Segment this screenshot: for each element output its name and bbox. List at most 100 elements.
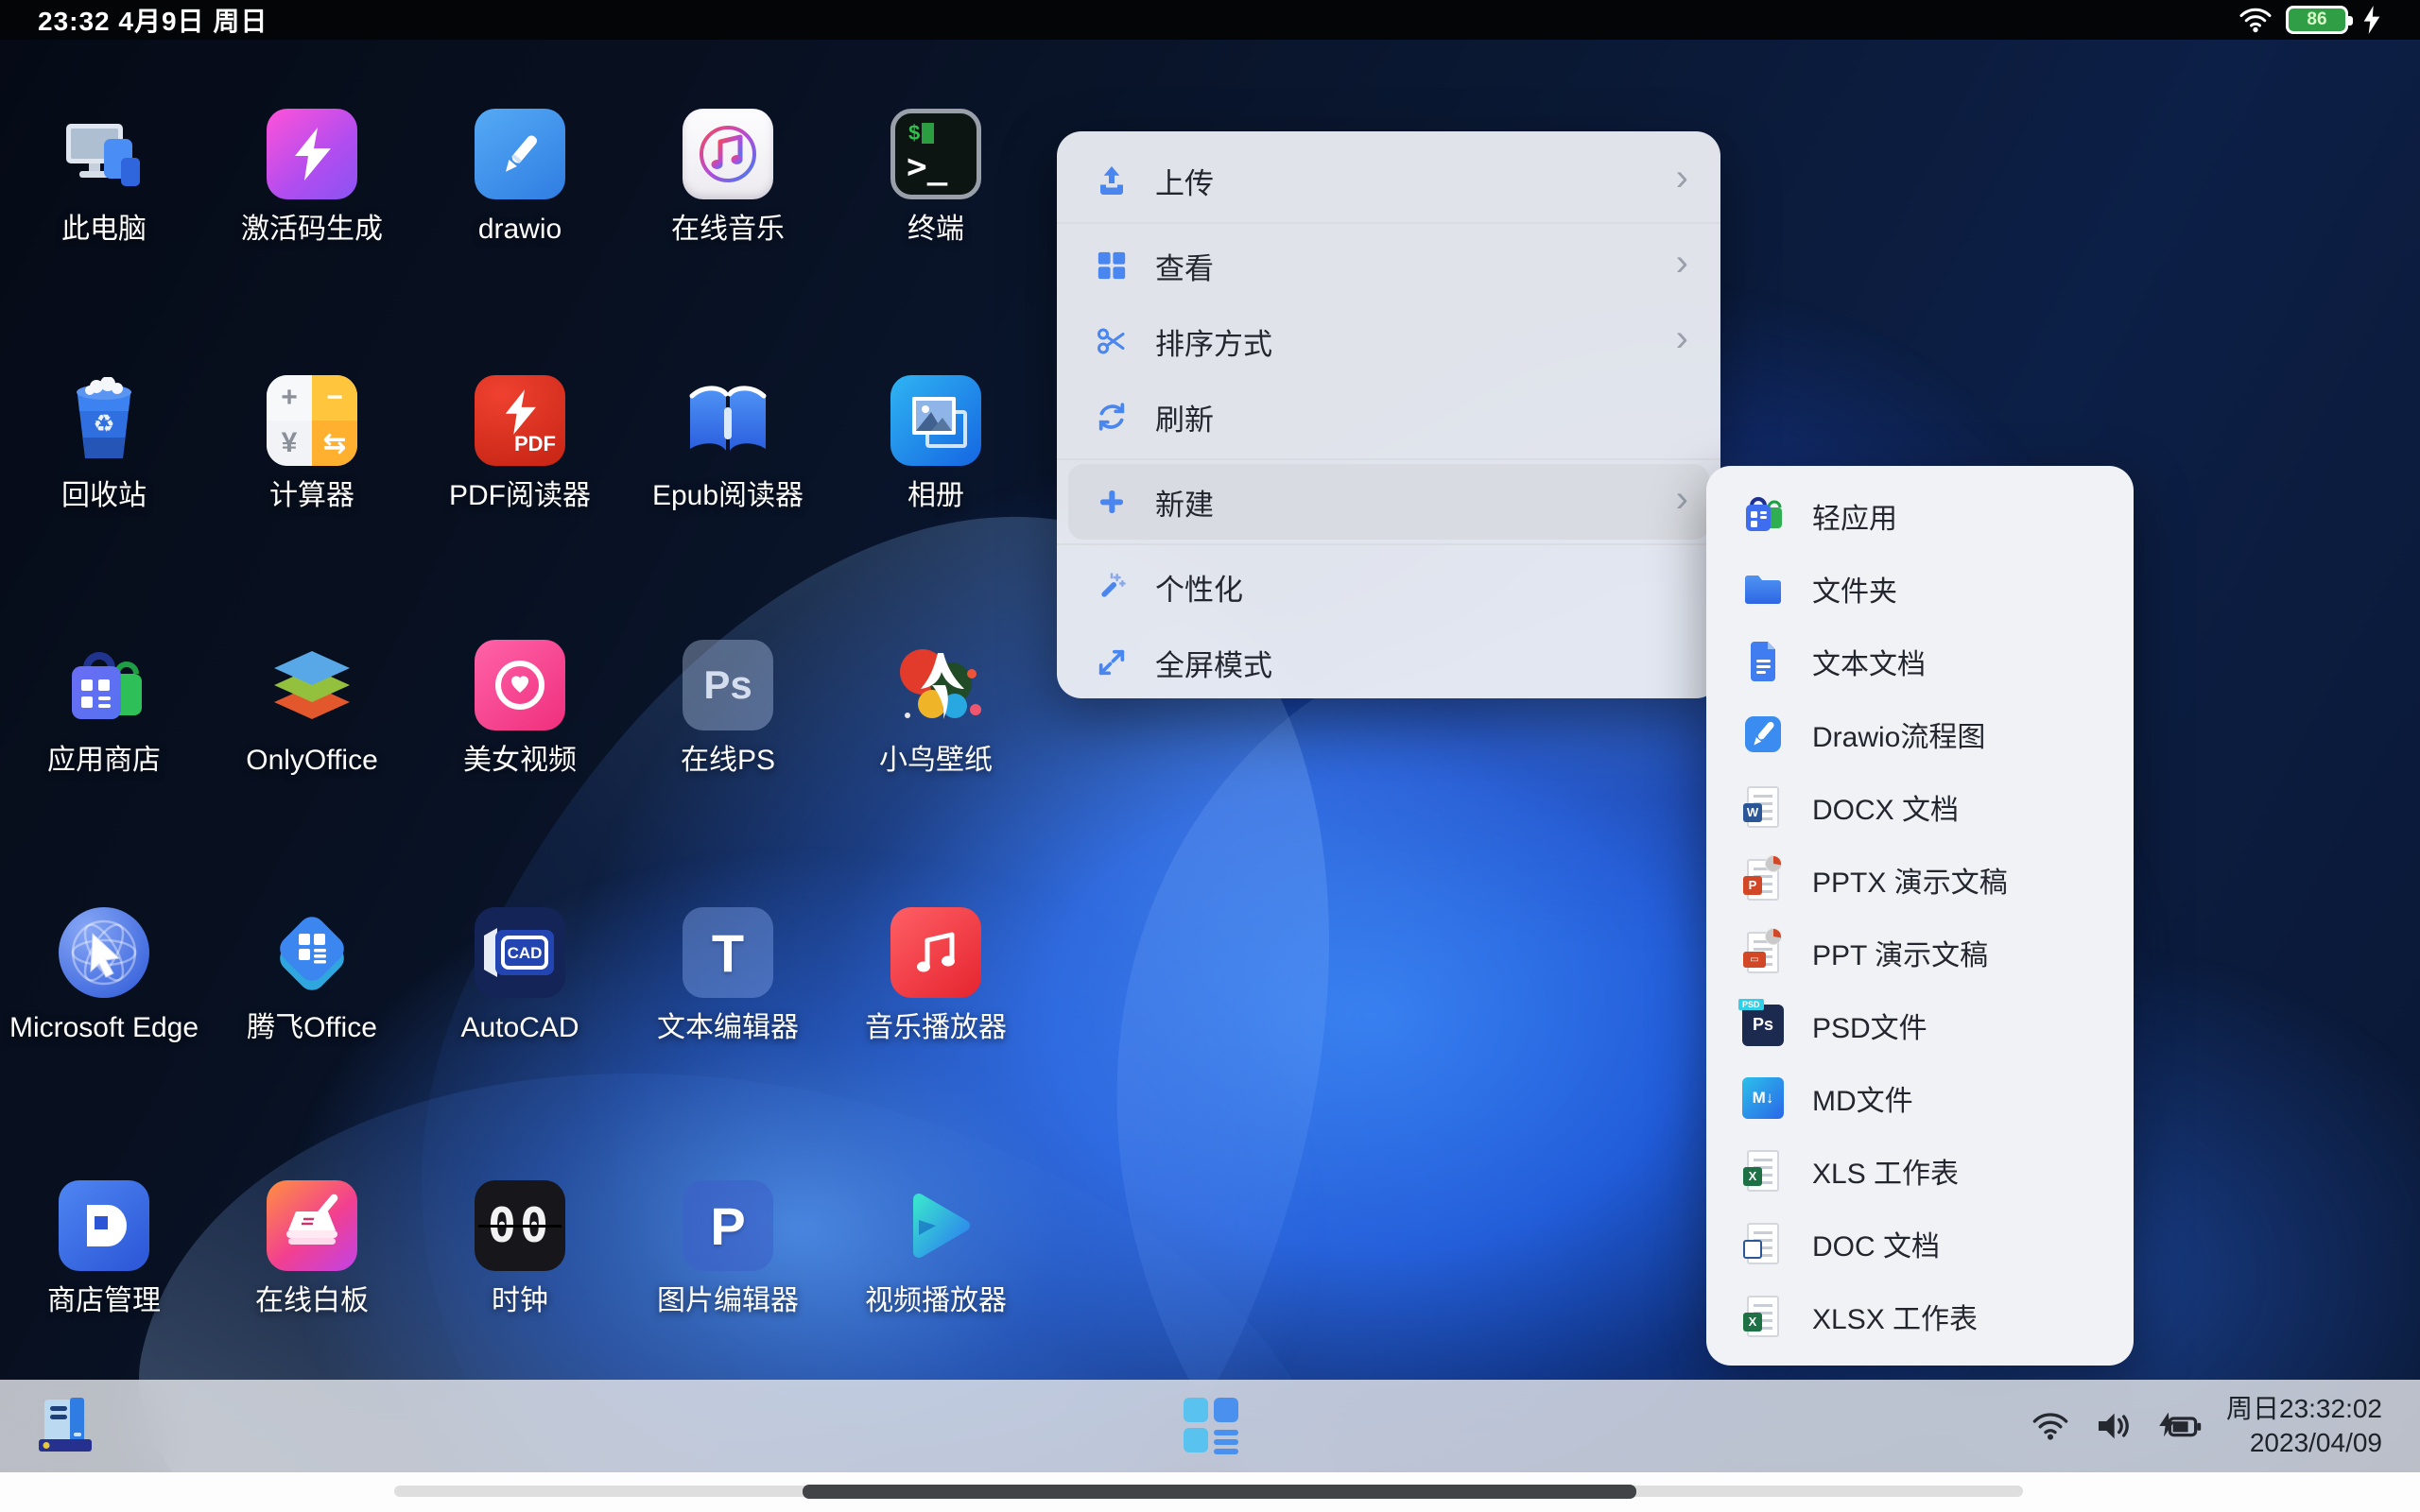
menu-item-fullscreen[interactable]: 全屏模式 (1057, 625, 1720, 700)
menu-item-refresh[interactable]: 刷新 (1057, 379, 1720, 455)
status-time: 23:32 4月9日 周日 (38, 1, 268, 39)
submenu-item-light-app[interactable]: 轻应用 (1706, 479, 2134, 552)
app-label: 文本编辑器 (657, 1011, 799, 1045)
desktop-app-this-pc[interactable]: 此电脑 (0, 109, 208, 247)
desktop-app-terminal[interactable]: $ >_ 终端 (832, 109, 1040, 247)
menu-item-view[interactable]: 查看 › (1057, 228, 1720, 303)
submenu-item-drawio[interactable]: Drawio流程图 (1706, 697, 2134, 770)
battery-level: 86 (2307, 9, 2326, 30)
music-note-icon (890, 907, 981, 998)
app-label: 在线白板 (255, 1284, 369, 1318)
desktop-app-image-editor[interactable]: P 图片编辑器 (624, 1180, 832, 1318)
submenu-item-folder[interactable]: 文件夹 (1706, 552, 2134, 625)
submenu-item-md[interactable]: M↓ MD文件 (1706, 1061, 2134, 1134)
drawio-file-icon (1738, 712, 1788, 757)
desktop-app-text-editor[interactable]: T 文本编辑器 (624, 907, 832, 1045)
folder-icon (1738, 566, 1788, 611)
app-label: 在线PS (681, 744, 775, 778)
terminal-icon: $ >_ (890, 109, 981, 199)
desktop-app-beauty-video[interactable]: 美女视频 (416, 640, 624, 778)
desktop-app-pdf-reader[interactable]: PDF PDF阅读器 (416, 375, 624, 513)
desktop-app-drawio[interactable]: drawio (416, 109, 624, 247)
desktop-app-recycle-bin[interactable]: ♻ 回收站 (0, 375, 208, 513)
desktop-app-onlyoffice[interactable]: OnlyOffice (208, 640, 416, 778)
stacked-layers-icon (267, 640, 357, 730)
desktop-app-edge[interactable]: Microsoft Edge (0, 907, 208, 1045)
submenu-item-text-document[interactable]: 文本文档 (1706, 625, 2134, 697)
desktop-app-app-store[interactable]: 应用商店 (0, 640, 208, 778)
desktop-app-autocad[interactable]: CAD AutoCAD (416, 907, 624, 1045)
pdf-lightning-icon: PDF (475, 375, 565, 466)
magic-wand-icon (1093, 571, 1131, 603)
app-label: 在线音乐 (671, 213, 785, 247)
fullscreen-arrows-icon (1093, 646, 1131, 679)
letter-t-icon: T (683, 907, 773, 998)
menu-item-upload[interactable]: 上传 › (1057, 143, 1720, 218)
taskbar-wifi-icon[interactable] (2031, 1410, 2069, 1442)
app-launcher-button[interactable] (1182, 1396, 1242, 1456)
desktop-app-store-manager[interactable]: 商店管理 (0, 1180, 208, 1318)
docx-file-icon: W (1738, 786, 1788, 828)
desktop-app-keygen[interactable]: 激活码生成 (208, 109, 416, 247)
app-label: Microsoft Edge (9, 1011, 199, 1045)
bird-icon (890, 640, 981, 730)
ppt-file-icon: ▭ (1738, 932, 1788, 973)
submenu-item-docx[interactable]: W DOCX 文档 (1706, 770, 2134, 843)
desktop-app-tf-office[interactable]: 腾飞Office (208, 907, 416, 1045)
app-label: 商店管理 (47, 1284, 161, 1318)
desktop-app-music-player[interactable]: 音乐播放器 (832, 907, 1040, 1045)
app-label: OnlyOffice (246, 744, 378, 778)
desktop-app-epub-reader[interactable]: Epub阅读器 (624, 375, 832, 513)
photo-icon (890, 375, 981, 466)
chevron-right-icon: › (1676, 159, 1688, 197)
desktop-app-clock[interactable]: 00 时钟 (416, 1180, 624, 1318)
desktop-app-calculator[interactable]: + − ¥ ⇆ 计算器 (208, 375, 416, 513)
submenu-item-psd[interactable]: PSDPs PSD文件 (1706, 988, 2134, 1061)
xlsx-file-icon: X (1738, 1296, 1788, 1337)
globe-cursor-icon (59, 907, 149, 998)
app-label: 回收站 (61, 479, 147, 513)
lightning-icon (267, 109, 357, 199)
scrollbar-thumb[interactable] (803, 1485, 1636, 1499)
cad-icon: CAD (475, 907, 565, 998)
app-label: 相册 (908, 479, 964, 513)
scissors-icon (1093, 324, 1131, 358)
context-menu: 上传 › 查看 › 排序方式 › 刷新 新建 › 个性化 (1057, 131, 1720, 698)
menu-divider (1057, 543, 1720, 545)
desktop-app-bird-wallpaper[interactable]: 小鸟壁纸 (832, 640, 1040, 778)
app-label: Epub阅读器 (652, 479, 804, 513)
desktop-app-whiteboard[interactable]: 在线白板 (208, 1180, 416, 1318)
taskbar-volume-icon[interactable] (2094, 1410, 2132, 1442)
submenu-item-pptx[interactable]: P PPTX 演示文稿 (1706, 843, 2134, 916)
start-button[interactable] (36, 1395, 98, 1457)
app-label: 美女视频 (463, 744, 577, 778)
menu-item-personalize[interactable]: 个性化 (1057, 549, 1720, 625)
app-label: 腾飞Office (247, 1011, 377, 1045)
app-label: PDF阅读器 (449, 479, 591, 513)
doc-file-icon: W (1738, 1223, 1788, 1264)
play-triangle-icon (890, 1180, 981, 1271)
taskbar-battery-icon[interactable] (2156, 1410, 2202, 1442)
menu-item-sort[interactable]: 排序方式 › (1057, 303, 1720, 379)
taskbar: 周日23:32:02 2023/04/09 (0, 1380, 2420, 1472)
chevron-right-icon: › (1676, 480, 1688, 518)
desktop-app-album[interactable]: 相册 (832, 375, 1040, 513)
app-label: 计算器 (269, 479, 354, 513)
desktop-app-video-player[interactable]: 视频播放器 (832, 1180, 1040, 1318)
svg-text:♻: ♻ (93, 409, 114, 438)
submenu-item-ppt[interactable]: ▭ PPT 演示文稿 (1706, 916, 2134, 988)
flip-clock-icon: 00 (475, 1180, 565, 1271)
app-label: 时钟 (492, 1284, 548, 1318)
menu-divider (1057, 222, 1720, 224)
app-label: 激活码生成 (241, 213, 383, 247)
desktop-app-online-ps[interactable]: Ps 在线PS (624, 640, 832, 778)
submenu-item-doc[interactable]: W DOC 文档 (1706, 1207, 2134, 1280)
svg-text:CAD: CAD (508, 944, 543, 962)
desktop-app-online-music[interactable]: 在线音乐 (624, 109, 832, 247)
psd-file-icon: PSDPs (1738, 1005, 1788, 1046)
charging-bolt-icon (2361, 6, 2382, 34)
submenu-item-xlsx[interactable]: X XLSX 工作表 (1706, 1280, 2134, 1352)
chevron-right-icon: › (1676, 244, 1688, 282)
submenu-item-xls[interactable]: X XLS 工作表 (1706, 1134, 2134, 1207)
menu-item-new[interactable]: 新建 › (1068, 464, 1709, 540)
